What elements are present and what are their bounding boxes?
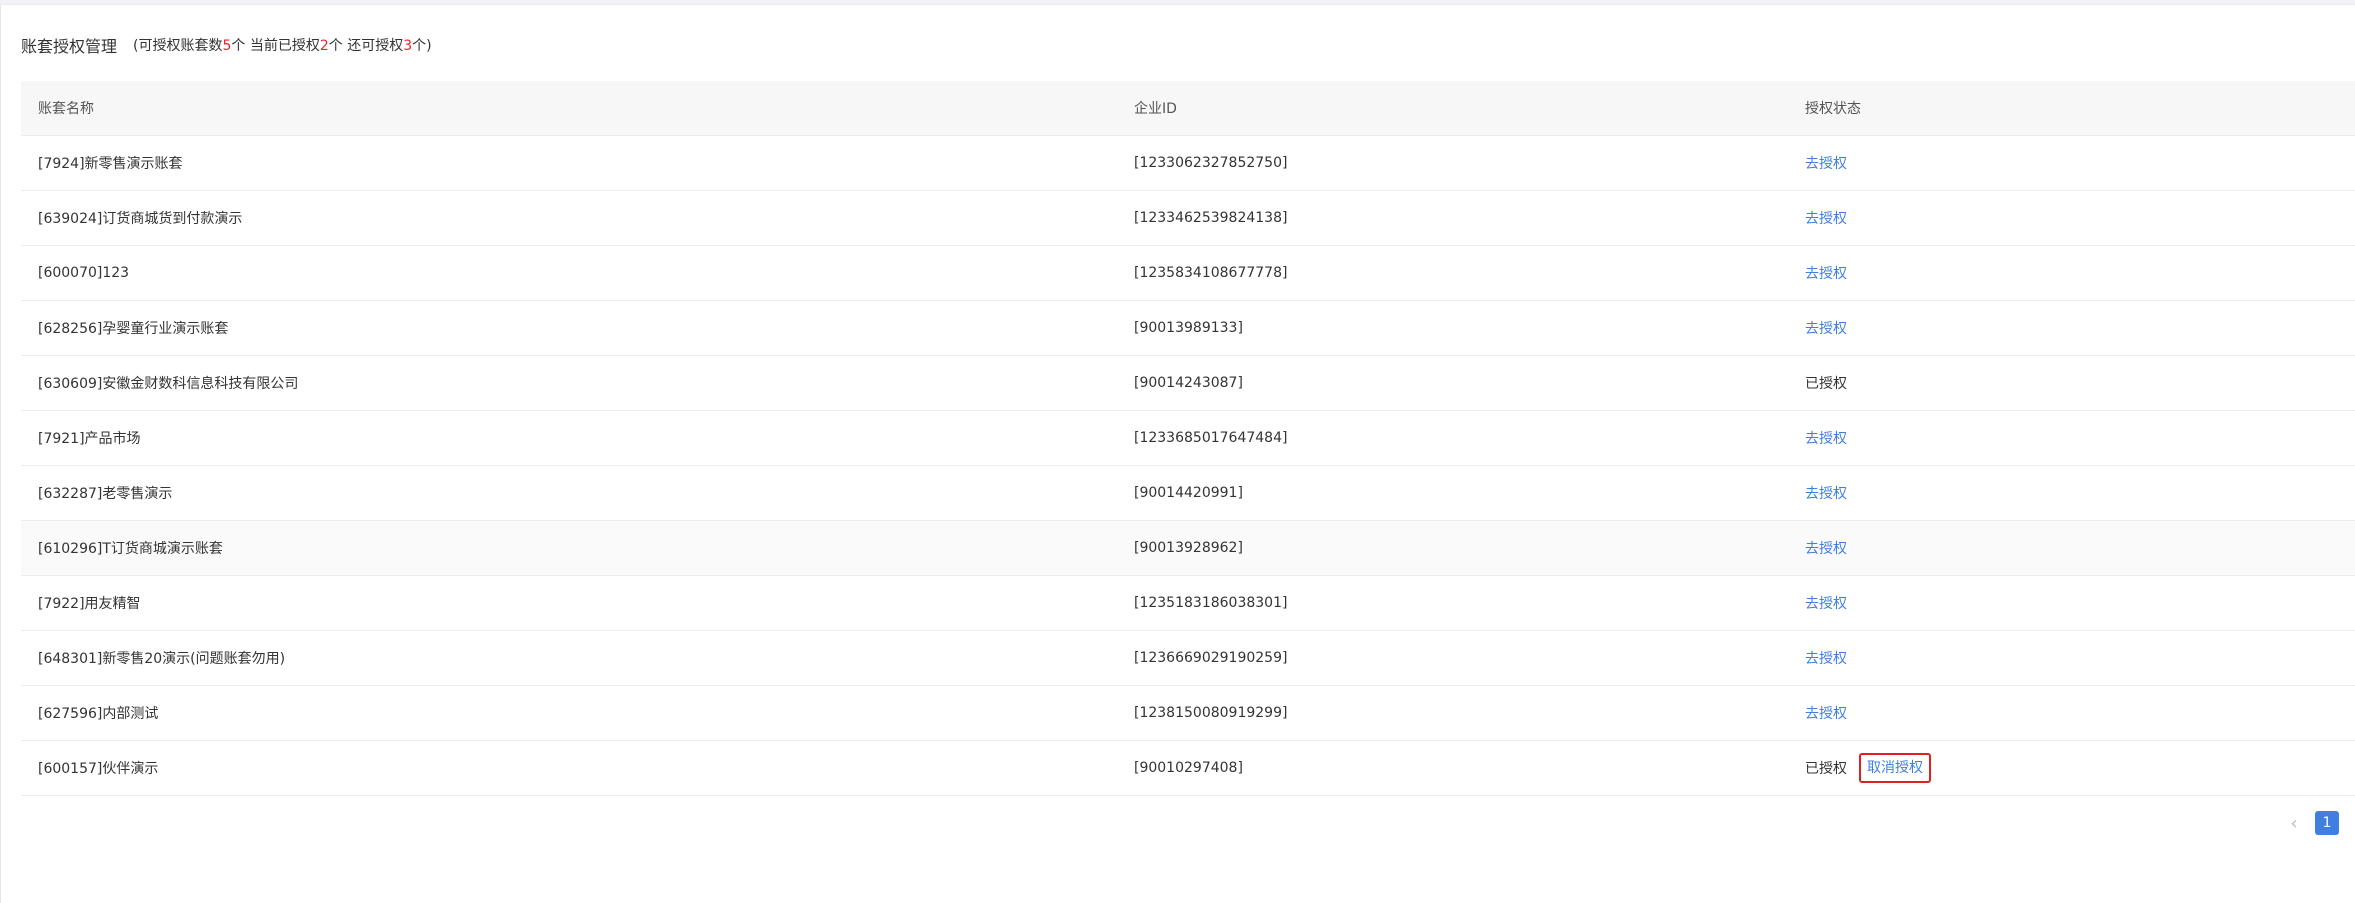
page-number-current[interactable]: 1 xyxy=(2315,811,2339,835)
enterprise-id: [90013928962] xyxy=(1134,540,1243,556)
authorize-link[interactable]: 去授权 xyxy=(1805,318,1847,338)
table-row: [632287]老零售演示 [90014420991] 去授权 xyxy=(21,466,2355,521)
table-row: [610296]T订货商城演示账套 [90013928962] 去授权 xyxy=(21,521,2355,576)
account-set-name: [7921]产品市场 xyxy=(38,431,141,447)
quota-text: 个 当前已授权 xyxy=(231,38,320,54)
auth-status-cell: 去授权 xyxy=(1788,428,2355,448)
account-set-name: [600070]123 xyxy=(38,265,130,281)
auth-status-cell: 去授权 xyxy=(1788,648,2355,668)
account-set-name: [610296]T订货商城演示账套 xyxy=(38,541,223,557)
account-set-name: [7922]用友精智 xyxy=(38,596,141,612)
table-body: [7924]新零售演示账套 [1233062327852750] 去授权 [63902… xyxy=(21,136,2355,796)
authorize-link[interactable]: 去授权 xyxy=(1805,648,1847,668)
remaining-count: 3 xyxy=(403,38,413,54)
chevron-left-icon[interactable]: ‹ xyxy=(2287,811,2301,835)
panel-header: 账套授权管理 (可授权账套数5个 当前已授权2个 还可授权3个) xyxy=(21,33,432,57)
quota-summary: (可授权账套数5个 当前已授权2个 还可授权3个) xyxy=(133,35,432,55)
pagination: ‹ 1 xyxy=(2287,811,2339,835)
auth-status-cell: 去授权 xyxy=(1788,703,2355,723)
auth-status-cell: 去授权 xyxy=(1788,263,2355,283)
authorize-link[interactable]: 去授权 xyxy=(1805,428,1847,448)
quota-text: (可授权账套数 xyxy=(133,38,223,54)
enterprise-id: [90010297408] xyxy=(1134,760,1243,776)
enterprise-id: [1235183186038301] xyxy=(1134,595,1288,611)
quota-text: 个 还可授权 xyxy=(328,38,404,54)
table-row: [630609]安徽金财数科信息科技有限公司 [90014243087] 已授权 xyxy=(21,356,2355,411)
auth-status-cell: 去授权 xyxy=(1788,318,2355,338)
table-row: [7924]新零售演示账套 [1233062327852750] 去授权 xyxy=(21,136,2355,191)
table-row: [628256]孕婴童行业演示账套 [90013989133] 去授权 xyxy=(21,301,2355,356)
authorize-link[interactable]: 去授权 xyxy=(1805,593,1847,613)
enterprise-id: [90014420991] xyxy=(1134,485,1243,501)
account-set-name: [600157]伙伴演示 xyxy=(38,761,159,777)
authorize-link[interactable]: 去授权 xyxy=(1805,538,1847,558)
table-row: [7921]产品市场 [1233685017647484] 去授权 xyxy=(21,411,2355,466)
table-row: [627596]内部测试 [1238150080919299] 去授权 xyxy=(21,686,2355,741)
table-row: [7922]用友精智 [1235183186038301] 去授权 xyxy=(21,576,2355,631)
authorized-status: 已授权 xyxy=(1805,376,1847,392)
auth-status-cell: 去授权 xyxy=(1788,483,2355,503)
enterprise-id: [1238150080919299] xyxy=(1134,705,1288,721)
authorize-link[interactable]: 去授权 xyxy=(1805,483,1847,503)
enterprise-id: [90013989133] xyxy=(1134,320,1243,336)
auth-status-cell: 已授权 xyxy=(1788,373,2355,393)
authorize-link[interactable]: 去授权 xyxy=(1805,703,1847,723)
account-set-name: [627596]内部测试 xyxy=(38,706,159,722)
auth-status-cell: 去授权 xyxy=(1788,208,2355,228)
auth-status-cell: 去授权 xyxy=(1788,593,2355,613)
authorized-status: 已授权 xyxy=(1805,761,1847,777)
auth-status-cell: 去授权 xyxy=(1788,153,2355,173)
authorize-link[interactable]: 去授权 xyxy=(1805,153,1847,173)
authorization-panel: 账套授权管理 (可授权账套数5个 当前已授权2个 还可授权3个) 账套名称 企业… xyxy=(0,4,2355,903)
table-row: [639024]订货商城货到付款演示 [1233462539824138] 去授权 xyxy=(21,191,2355,246)
table-row: [600157]伙伴演示 [90010297408] 已授权 取消授权 xyxy=(21,741,2355,796)
column-header-enterprise-id: 企业ID xyxy=(1134,101,1177,117)
page-title: 账套授权管理 xyxy=(21,37,118,56)
account-set-name: [7924]新零售演示账套 xyxy=(38,156,183,172)
table-header: 账套名称 企业ID 授权状态 xyxy=(21,81,2355,136)
account-set-name: [632287]老零售演示 xyxy=(38,486,173,502)
column-header-status: 授权状态 xyxy=(1805,101,1861,117)
cancel-authorization-button[interactable]: 取消授权 xyxy=(1859,753,1931,783)
enterprise-id: [90014243087] xyxy=(1134,375,1243,391)
account-set-name: [648301]新零售20演示(问题账套勿用) xyxy=(38,651,286,667)
authorize-link[interactable]: 去授权 xyxy=(1805,208,1847,228)
auth-status-cell: 已授权 取消授权 xyxy=(1788,753,2355,783)
column-header-name: 账套名称 xyxy=(38,101,94,117)
enterprise-id: [1233462539824138] xyxy=(1134,210,1288,226)
enterprise-id: [1235834108677778] xyxy=(1134,265,1288,281)
account-set-name: [628256]孕婴童行业演示账套 xyxy=(38,321,229,337)
quota-text: 个) xyxy=(412,38,432,54)
account-set-name: [630609]安徽金财数科信息科技有限公司 xyxy=(38,376,299,392)
authorized-count: 2 xyxy=(319,38,329,54)
enterprise-id: [1233685017647484] xyxy=(1134,430,1288,446)
account-set-name: [639024]订货商城货到付款演示 xyxy=(38,211,243,227)
auth-status-cell: 去授权 xyxy=(1788,538,2355,558)
enterprise-id: [1233062327852750] xyxy=(1134,155,1288,171)
table-row: [648301]新零售20演示(问题账套勿用) [1236669029190259… xyxy=(21,631,2355,686)
account-set-table: 账套名称 企业ID 授权状态 [7924]新零售演示账套 [12330623278… xyxy=(21,81,2355,796)
authorize-link[interactable]: 去授权 xyxy=(1805,263,1847,283)
enterprise-id: [1236669029190259] xyxy=(1134,650,1288,666)
table-row: [600070]123 [1235834108677778] 去授权 xyxy=(21,246,2355,301)
